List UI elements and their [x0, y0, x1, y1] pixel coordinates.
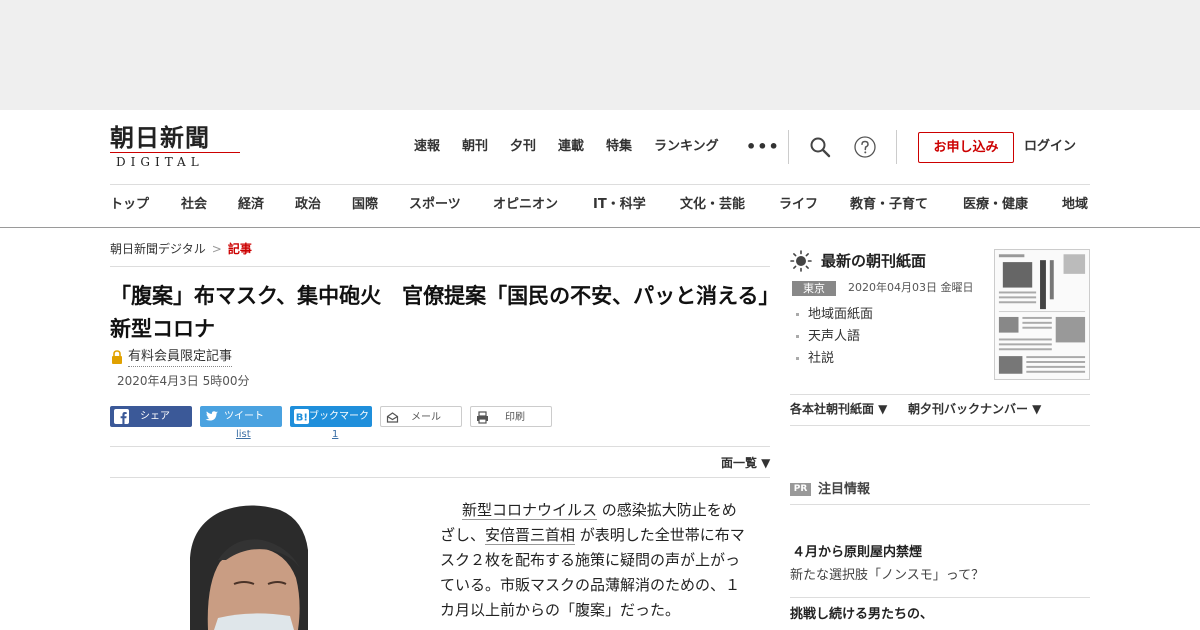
divider [790, 597, 1090, 598]
bullet [796, 335, 799, 338]
hatena-bookmark-icon: B! [294, 409, 309, 424]
category-health[interactable]: 医療・健康 [963, 196, 1028, 214]
logo-underline [110, 152, 240, 153]
category-economy[interactable]: 経済 [238, 196, 264, 214]
category-it-science[interactable]: IT・科学 [593, 196, 646, 214]
pr-section-label: 注目情報 [818, 482, 871, 497]
help-icon[interactable] [853, 135, 877, 159]
members-only-label[interactable]: 有料会員限定記事 [128, 348, 233, 367]
divider [110, 446, 770, 447]
twitter-share-button[interactable]: ツイート [200, 406, 282, 427]
category-international[interactable]: 国際 [352, 196, 378, 214]
category-sports[interactable]: スポーツ [409, 196, 461, 214]
article-link-abe[interactable]: 安倍晋三首相 [485, 526, 576, 545]
pr-badge: PR [790, 483, 811, 496]
mail-share-button[interactable]: メール [380, 406, 462, 427]
pr-item-title[interactable]: ４月から原則屋内禁煙 [792, 544, 922, 562]
login-link[interactable]: ログイン [1024, 138, 1076, 156]
twitter-icon [205, 411, 218, 421]
category-society[interactable]: 社会 [181, 196, 207, 214]
twitter-count[interactable]: list [236, 428, 251, 442]
topnav-item-morning[interactable]: 朝刊 [462, 138, 488, 156]
mail-icon [386, 412, 399, 423]
subscribe-button[interactable]: お申し込み [918, 132, 1014, 163]
ad-banner-area [0, 0, 1200, 110]
hatena-bookmark-button[interactable]: B! ブックマーク [290, 406, 372, 427]
pr-item-title[interactable]: 挑戦し続ける男たちの、 [790, 606, 933, 624]
hatena-count[interactable]: 1 [332, 428, 338, 442]
logo-sub-text: DIGITAL [116, 155, 204, 169]
print-button[interactable]: 印刷 [470, 406, 552, 427]
topnav-item-features[interactable]: 特集 [606, 138, 632, 156]
lock-icon [112, 350, 122, 364]
article-date: 2020年4月3日 5時00分 [117, 374, 250, 388]
topnav-item-ranking[interactable]: ランキング [654, 138, 719, 156]
header-separator [110, 184, 1090, 185]
breadcrumb-separator: > [211, 242, 222, 256]
topnav-item-series[interactable]: 連載 [558, 138, 584, 156]
page-list-dropdown[interactable]: 面一覧 ▼ [721, 455, 770, 471]
category-culture[interactable]: 文化・芸能 [680, 196, 745, 214]
breadcrumb-home[interactable]: 朝日新聞デジタル [110, 242, 206, 256]
topnav-item-breaking[interactable]: 速報 [414, 138, 440, 156]
article-photo [190, 498, 308, 630]
edition-badge: 東京 [792, 281, 836, 296]
mail-share-label: メール [411, 412, 441, 423]
pr-item-description[interactable]: 新たな選択肢「ノンスモ」って？ [790, 567, 984, 585]
divider [790, 425, 1090, 426]
logo-main-text: 朝日新聞 [110, 123, 210, 152]
category-politics[interactable]: 政治 [295, 196, 321, 214]
category-education[interactable]: 教育・子育て [850, 196, 928, 214]
divider [790, 504, 1090, 505]
site-logo[interactable]: 朝日新聞 DIGITAL [110, 124, 240, 170]
sidebar-date: 2020年04月03日 金曜日 [848, 281, 974, 294]
sun-icon [790, 250, 812, 272]
divider [110, 477, 770, 478]
breadcrumb-current: 記事 [227, 242, 252, 256]
category-regional[interactable]: 地域 [1062, 196, 1088, 214]
facebook-share-button[interactable]: シェア [110, 406, 192, 427]
article-body: 新型コロナウイルス の感染拡大防止をめざし、安倍晋三首相 が表明した全世帯に布マ… [440, 498, 750, 623]
divider [790, 394, 1090, 395]
back-number-dropdown[interactable]: 朝夕刊バックナンバー ▼ [908, 401, 1041, 417]
facebook-icon [114, 409, 129, 424]
facebook-share-label: シェア [140, 411, 170, 422]
hatena-bookmark-label: ブックマーク [309, 411, 369, 422]
sidebar-link-editorial[interactable]: 社説 [808, 350, 834, 368]
bullet [796, 357, 799, 360]
svg-text:B!: B! [296, 413, 308, 424]
divider [110, 266, 770, 267]
category-life[interactable]: ライフ [779, 196, 818, 214]
header-divider [896, 130, 897, 164]
sidebar-link-tenseijingo[interactable]: 天声人語 [808, 328, 860, 346]
breadcrumb: 朝日新聞デジタル > 記事 [110, 240, 252, 258]
sidebar-title[interactable]: 最新の朝刊紙面 [821, 251, 926, 271]
print-label: 印刷 [505, 412, 525, 423]
category-top[interactable]: トップ [110, 196, 149, 214]
newspaper-thumbnail[interactable] [994, 249, 1090, 380]
regional-edition-dropdown[interactable]: 各本社朝刊紙面 ▼ [790, 401, 887, 417]
search-icon[interactable] [808, 135, 832, 159]
article-title: 「腹案」布マスク、集中砲火 官僚提案「国民の不安、パッと消える」 新型コロナ [110, 284, 790, 341]
header-divider [788, 130, 789, 164]
topnav-item-evening[interactable]: 夕刊 [510, 138, 536, 156]
more-menu-icon[interactable]: ••• [746, 138, 780, 156]
article-link-coronavirus[interactable]: 新型コロナウイルス [462, 501, 598, 520]
printer-icon [477, 411, 488, 424]
sidebar-link-regional[interactable]: 地域面紙面 [808, 306, 873, 324]
category-opinion[interactable]: オピニオン [493, 196, 558, 214]
twitter-share-label: ツイート [224, 411, 264, 422]
bullet [796, 313, 799, 316]
